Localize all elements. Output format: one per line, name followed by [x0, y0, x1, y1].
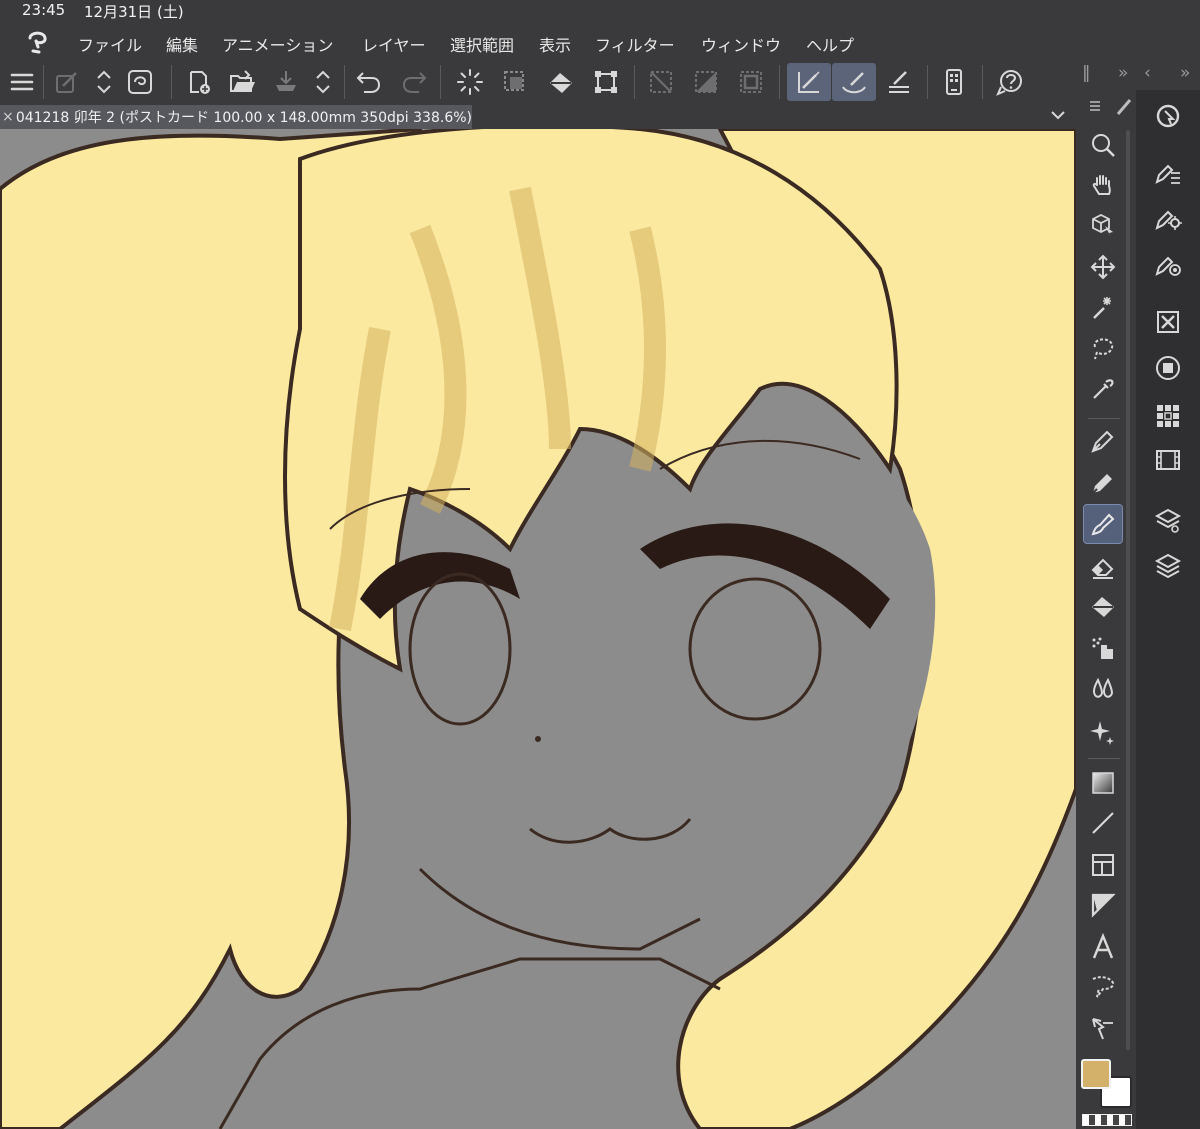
fill-icon[interactable] — [1084, 588, 1122, 626]
undo-icon[interactable] — [351, 63, 387, 101]
lasso-icon[interactable] — [1084, 330, 1122, 368]
layer-property-icon[interactable] — [1148, 500, 1188, 540]
toolbar-separator — [634, 65, 635, 99]
status-time: 23:45 — [22, 1, 66, 19]
decoration-icon[interactable] — [1084, 712, 1122, 750]
panel-header-bar: ‖ » ‹ » — [1076, 60, 1200, 90]
menu-animation[interactable]: アニメーション — [222, 32, 333, 56]
move-icon[interactable] — [1084, 248, 1122, 286]
ruler-icon[interactable] — [1084, 886, 1122, 924]
command-bar — [0, 60, 1076, 103]
tool-property-icon[interactable] — [1148, 198, 1188, 238]
text-icon[interactable] — [1084, 928, 1122, 966]
canvas-tab-bar: × 041218 卯年 2 (ポストカード 100.00 x 148.00mm … — [0, 103, 1076, 129]
stepper-icon[interactable] — [86, 63, 122, 101]
correct-line-icon[interactable] — [1084, 1010, 1122, 1048]
menu-selection[interactable]: 選択範囲 — [450, 32, 514, 56]
menu-window[interactable]: ウィンドウ — [701, 32, 781, 56]
open-icon[interactable] — [224, 63, 260, 101]
zoom-icon[interactable] — [1084, 126, 1122, 164]
fill-icon[interactable] — [543, 63, 579, 101]
tab-title: 041218 卯年 2 (ポストカード 100.00 x 148.00mm 35… — [15, 110, 472, 126]
color-circle-icon[interactable] — [1148, 348, 1188, 388]
object-icon[interactable] — [1084, 206, 1122, 244]
ruler-snap-icon[interactable] — [787, 63, 831, 101]
menu-icon[interactable] — [4, 63, 40, 101]
stepper-icon[interactable] — [305, 63, 341, 101]
brush-icon[interactable] — [1083, 504, 1123, 544]
tool-palette — [1078, 90, 1134, 1129]
layers-icon[interactable] — [1148, 546, 1188, 586]
nose — [535, 736, 541, 742]
status-date: 12月31日 (土) — [84, 3, 184, 21]
toolbar-separator — [982, 65, 983, 99]
canvas-tab[interactable]: × 041218 卯年 2 (ポストカード 100.00 x 148.00mm … — [0, 105, 472, 129]
toolbar-separator — [43, 65, 44, 99]
auto-select-icon[interactable] — [1084, 288, 1122, 326]
save-icon[interactable] — [268, 63, 304, 101]
sub-tool-dock — [1136, 90, 1200, 1129]
new-canvas-icon[interactable] — [181, 63, 217, 101]
brush-size-icon[interactable] — [1148, 244, 1188, 284]
frame-icon[interactable] — [1084, 846, 1122, 884]
menu-help[interactable]: ヘルプ — [806, 32, 854, 56]
collapse-left-icon[interactable]: » — [1118, 63, 1128, 83]
tool-separator — [1088, 758, 1120, 759]
clip-studio-logo-icon[interactable] — [22, 27, 52, 57]
select-all-icon[interactable] — [497, 63, 533, 101]
clip-icon[interactable] — [122, 63, 158, 101]
gradient-icon[interactable] — [1084, 764, 1122, 802]
panel-grip-icon[interactable]: ‖ — [1082, 63, 1091, 83]
main-color-swatch[interactable] — [1081, 1059, 1111, 1089]
menu-filter[interactable]: フィルター — [595, 32, 675, 56]
palette-scrollbar[interactable] — [1126, 130, 1130, 1050]
character-illustration — [0, 129, 1076, 1129]
hand-icon[interactable] — [1084, 166, 1122, 204]
drawing-canvas[interactable] — [0, 129, 1076, 1129]
timeline-icon[interactable] — [1148, 440, 1188, 480]
transform-icon[interactable] — [588, 63, 624, 101]
menu-file[interactable]: ファイル — [78, 32, 142, 56]
menu-bar: ファイル 編集 アニメーション レイヤー 選択範囲 表示 フィルター ウィンドウ… — [0, 24, 1200, 60]
deselect-icon[interactable] — [452, 63, 488, 101]
transparent-color-swatch[interactable] — [1082, 1114, 1132, 1126]
pen-icon[interactable] — [1084, 422, 1122, 460]
line-icon[interactable] — [1084, 804, 1122, 842]
redo-icon[interactable] — [396, 63, 432, 101]
color-set-icon[interactable] — [1148, 396, 1188, 436]
color-wheel-icon[interactable] — [1148, 302, 1188, 342]
selection-border-icon[interactable] — [733, 63, 769, 101]
eyedropper-icon[interactable] — [1084, 370, 1122, 408]
collapse-right-icon[interactable]: » — [1180, 63, 1190, 83]
status-bar: 23:45 12月31日 (土) — [0, 0, 1200, 24]
fill-selection-icon[interactable] — [688, 63, 724, 101]
menu-edit[interactable]: 編集 — [166, 32, 198, 56]
palette-menu-icon[interactable] — [1086, 94, 1134, 118]
tool-separator — [1088, 418, 1120, 419]
sub-tool-icon[interactable] — [1148, 152, 1188, 192]
baseline-snap-icon[interactable] — [881, 63, 917, 101]
eraser-icon[interactable] — [1084, 548, 1122, 586]
menu-view[interactable]: 表示 — [539, 32, 571, 56]
airbrush-icon[interactable] — [1084, 630, 1122, 668]
tab-close-icon[interactable]: × — [0, 109, 16, 125]
toolbar-separator — [440, 65, 441, 99]
chevron-left-icon[interactable]: ‹ — [1144, 63, 1151, 83]
toolbar-separator — [171, 65, 172, 99]
quick-access-icon[interactable] — [1148, 96, 1188, 136]
blend-icon[interactable] — [1084, 670, 1122, 708]
pencil-icon[interactable] — [1084, 464, 1122, 502]
clear-outside-icon[interactable] — [643, 63, 679, 101]
menu-layer[interactable]: レイヤー — [362, 32, 426, 56]
balloon-icon[interactable] — [1084, 968, 1122, 1006]
brush-snap-icon[interactable] — [832, 63, 876, 101]
help-icon[interactable] — [992, 63, 1028, 101]
edit-icon[interactable] — [49, 63, 85, 101]
chevron-down-icon[interactable] — [1048, 105, 1068, 125]
toolbar-separator — [779, 65, 780, 99]
smartphone-icon[interactable] — [936, 63, 972, 101]
toolbar-separator — [344, 65, 345, 99]
toolbar-separator — [927, 65, 928, 99]
